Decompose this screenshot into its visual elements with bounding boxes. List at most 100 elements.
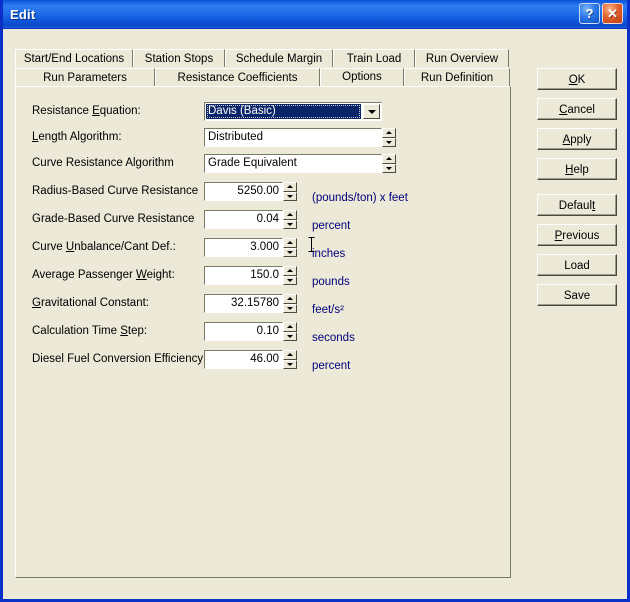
spinner-down-icon[interactable] [283, 275, 297, 285]
tab-run-overview[interactable]: Run Overview [415, 49, 509, 67]
label-grade-based-curve-resistance: Grade-Based Curve Resistance [32, 213, 195, 225]
cancel-button[interactable]: Cancel [537, 98, 617, 120]
unit-label-calculation-time-step: seconds [312, 332, 355, 344]
spinner-length-algorithm[interactable] [382, 128, 396, 147]
spinner-up-icon[interactable] [283, 266, 297, 276]
tab-options[interactable]: Options [320, 68, 404, 86]
numeric-input-gravitational-constant[interactable]: 32.15780 [204, 294, 283, 313]
spinner-radius-based-curve-resistance[interactable] [283, 182, 297, 201]
tab-station-stops[interactable]: Station Stops [133, 49, 225, 67]
tab-run-definition[interactable]: Run Definition [404, 68, 510, 86]
spinner-up-icon[interactable] [382, 128, 396, 138]
window-title: Edit [10, 6, 36, 22]
tab-start-end-locations[interactable]: Start/End Locations [15, 49, 133, 67]
spinner-up-icon[interactable] [283, 350, 297, 360]
label-curve-unbalance-cant-def: Curve Unbalance/Cant Def.: [32, 241, 176, 253]
label-radius-based-curve-resistance: Radius-Based Curve Resistance [32, 185, 199, 197]
save-button[interactable]: Save [537, 284, 617, 306]
tab-strip: Start/End Locations Station Stops Schedule… [15, 48, 511, 86]
field-row-average-passenger-weight: Average Passenger Weight: 150.0 pounds [16, 266, 510, 288]
textbox-value: Grade Equivalent [208, 157, 297, 169]
spinner-down-icon[interactable] [283, 331, 297, 341]
label-curve-resistance-algorithm: Curve Resistance Algorithm [32, 157, 174, 169]
spinner-average-passenger-weight[interactable] [283, 266, 297, 285]
numeric-input-curve-unbalance-cant-def[interactable]: 3.000 [204, 238, 283, 257]
tab-resistance-coefficients[interactable]: Resistance Coefficients [155, 68, 320, 86]
numeric-input-grade-based-curve-resistance[interactable]: 0.04 [204, 210, 283, 229]
field-row-diesel-fuel-conversion-efficiency: Diesel Fuel Conversion Efficiency 46.00 pe… [16, 350, 510, 372]
field-row-curve-unbalance-cant-def: Curve Unbalance/Cant Def.: 3.000 inches [16, 238, 510, 260]
spinner-down-icon[interactable] [283, 191, 297, 201]
spinner-calculation-time-step[interactable] [283, 322, 297, 341]
ok-button[interactable]: OK [537, 68, 617, 90]
field-row-gravitational-constant: Gravitational Constant: 32.15780 feet/s² [16, 294, 510, 316]
combobox-resistance-equation[interactable]: Davis (Basic) [204, 102, 382, 121]
unit-label-curve-unbalance-cant-def: inches [312, 248, 346, 260]
spinner-up-icon[interactable] [283, 210, 297, 220]
edit-dialog-window: Edit ? ✕ Start/End Locations Station Stop… [0, 0, 630, 602]
numeric-input-radius-based-curve-resistance[interactable]: 5250.00 [204, 182, 283, 201]
spinner-diesel-fuel-conversion-efficiency[interactable] [283, 350, 297, 369]
tab-label: Station Stops [144, 53, 214, 65]
numeric-input-diesel-fuel-conversion-efficiency[interactable]: 46.00 [204, 350, 283, 369]
spinner-up-icon[interactable] [382, 154, 396, 164]
field-wrap-diesel-fuel-conversion-efficiency: 46.00 [204, 350, 297, 369]
tab-row-1: Start/End Locations Station Stops Schedule… [15, 48, 511, 67]
help-button[interactable]: Help [537, 158, 617, 180]
spinner-down-icon[interactable] [283, 219, 297, 229]
spinner-curve-resistance-algorithm[interactable] [382, 154, 396, 173]
numeric-input-average-passenger-weight[interactable]: 150.0 [204, 266, 283, 285]
default-button[interactable]: Default [537, 194, 617, 216]
field-wrap-curve-resistance-algorithm: Grade Equivalent [204, 154, 396, 173]
spinner-up-icon[interactable] [283, 294, 297, 304]
chevron-down-icon[interactable] [363, 104, 380, 119]
tab-label: Train Load [346, 53, 402, 65]
spinner-gravitational-constant[interactable] [283, 294, 297, 313]
close-button[interactable]: ✕ [602, 3, 623, 24]
tab-train-load[interactable]: Train Load [333, 49, 415, 67]
field-row-calculation-time-step: Calculation Time Step: 0.10 seconds [16, 322, 510, 344]
spinner-down-icon[interactable] [283, 247, 297, 257]
textbox-length-algorithm[interactable]: Distributed [204, 128, 382, 147]
field-wrap-average-passenger-weight: 150.0 [204, 266, 297, 285]
spinner-down-icon[interactable] [382, 137, 396, 147]
field-wrap-calculation-time-step: 0.10 [204, 322, 297, 341]
spinner-up-icon[interactable] [283, 322, 297, 332]
title-bar-buttons: ? ✕ [579, 3, 623, 24]
unit-label-average-passenger-weight: pounds [312, 276, 350, 288]
spinner-curve-unbalance-cant-def[interactable] [283, 238, 297, 257]
spinner-down-icon[interactable] [283, 359, 297, 369]
field-wrap-grade-based-curve-resistance: 0.04 [204, 210, 297, 229]
label-diesel-fuel-conversion-efficiency: Diesel Fuel Conversion Efficiency [32, 353, 204, 365]
field-wrap-gravitational-constant: 32.15780 [204, 294, 297, 313]
label-calculation-time-step: Calculation Time Step: [32, 325, 148, 337]
load-button[interactable]: Load [537, 254, 617, 276]
tab-label: Run Definition [420, 72, 494, 84]
label-average-passenger-weight: Average Passenger Weight: [32, 269, 175, 281]
textbox-curve-resistance-algorithm[interactable]: Grade Equivalent [204, 154, 382, 173]
field-row-resistance-equation: Resistance Equation: Davis (Basic) [16, 102, 510, 124]
tab-label: Schedule Margin [235, 53, 323, 65]
field-row-radius-based-curve-resistance: Radius-Based Curve Resistance 5250.00 (pou… [16, 182, 510, 204]
combobox-value: Davis (Basic) [206, 104, 361, 119]
spinner-grade-based-curve-resistance[interactable] [283, 210, 297, 229]
textbox-value: Distributed [208, 131, 263, 143]
tab-row-2: Run Parameters Resistance Coefficients Opt… [15, 67, 511, 86]
label-length-algorithm: Length Algorithm: [32, 131, 122, 143]
tab-schedule-margin[interactable]: Schedule Margin [225, 49, 333, 67]
spinner-down-icon[interactable] [382, 163, 396, 173]
tab-label: Start/End Locations [23, 53, 125, 65]
spinner-up-icon[interactable] [283, 238, 297, 248]
unit-label-grade-based-curve-resistance: percent [312, 220, 351, 232]
numeric-input-calculation-time-step[interactable]: 0.10 [204, 322, 283, 341]
spinner-down-icon[interactable] [283, 303, 297, 313]
spinner-up-icon[interactable] [283, 182, 297, 192]
tab-run-parameters[interactable]: Run Parameters [15, 68, 155, 86]
unit-label-diesel-fuel-conversion-efficiency: percent [312, 360, 351, 372]
apply-button[interactable]: Apply [537, 128, 617, 150]
tab-label: Run Parameters [43, 72, 127, 84]
previous-button[interactable]: Previous [537, 224, 617, 246]
tab-label: Run Overview [425, 53, 499, 65]
tab-label: Options [342, 71, 382, 83]
help-button[interactable]: ? [579, 3, 600, 24]
